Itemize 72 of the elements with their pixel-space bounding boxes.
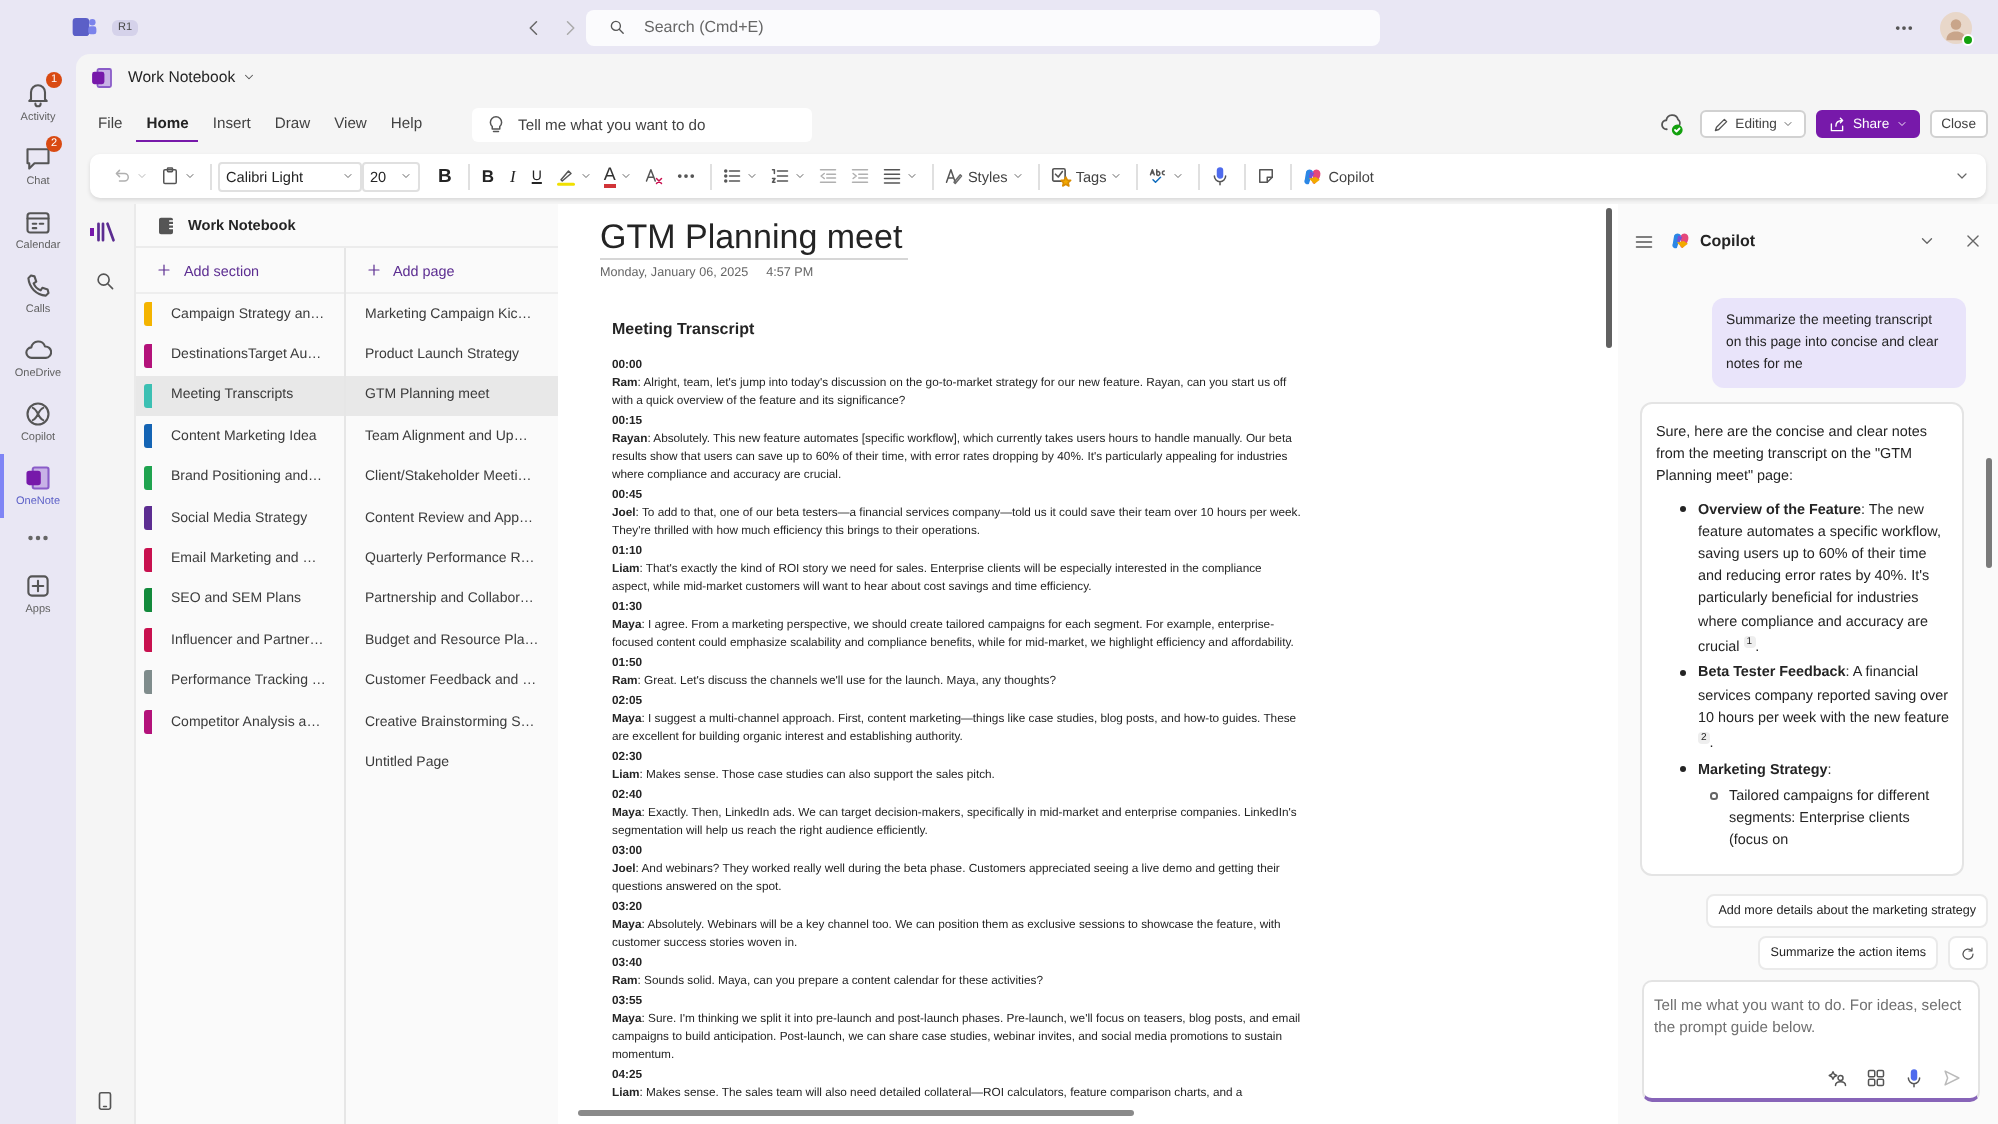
highlighter-icon: [555, 166, 576, 186]
caret-icon: [619, 170, 632, 182]
refresh-icon: [1960, 945, 1976, 961]
calendar-icon: [24, 208, 52, 236]
align-icon: [881, 166, 902, 186]
search-icon: [608, 18, 626, 36]
search-field[interactable]: Search (Cmd+E): [586, 9, 1380, 45]
bulleted-list-icon: [721, 166, 742, 186]
caret-icon: [1011, 170, 1024, 182]
scrollbar[interactable]: [1606, 208, 1612, 348]
bullet-dot: [1680, 669, 1686, 676]
bullet-dot: [1680, 506, 1686, 513]
panel-title: Copilot: [1700, 232, 1756, 250]
device-icon[interactable]: [94, 1090, 116, 1112]
expand-icon[interactable]: [1954, 168, 1970, 184]
page-title: GTM Planning meet: [600, 218, 909, 260]
phone-icon: [24, 272, 52, 300]
pencil-icon: [1711, 115, 1730, 133]
numbered-list-icon: [769, 166, 790, 186]
styles-icon: [943, 166, 964, 186]
caret-icon: [1172, 170, 1185, 182]
caret-icon: [241, 70, 256, 84]
prompt-guide-icon[interactable]: [1828, 1068, 1848, 1088]
bullet-dot: [1710, 792, 1717, 800]
outdent-icon: [817, 166, 838, 186]
caret-icon: [400, 170, 412, 182]
bell-icon: [24, 80, 52, 108]
chevron-down-icon[interactable]: [1918, 232, 1936, 250]
caret-icon: [1782, 118, 1795, 130]
caret-icon: [136, 170, 148, 182]
clipboard-icon: [160, 166, 180, 186]
close-icon[interactable]: [1964, 232, 1982, 250]
plus-square-icon: [24, 572, 52, 600]
caret-icon: [1110, 170, 1123, 182]
plus-icon: [156, 262, 172, 278]
bullet-dot: [1680, 766, 1686, 773]
microphone-icon[interactable]: [1904, 1068, 1924, 1088]
notebooks-icon[interactable]: [94, 220, 118, 244]
caret-icon: [342, 170, 354, 182]
scrollbar[interactable]: [578, 1110, 1134, 1116]
avatar[interactable]: [1940, 11, 1972, 43]
grid-icon[interactable]: [1866, 1068, 1886, 1088]
indent-icon: [849, 166, 870, 186]
font-color-button[interactable]: A: [599, 160, 636, 192]
microphone-icon: [1210, 166, 1231, 186]
menu-icon[interactable]: [1634, 231, 1654, 251]
scrollbar[interactable]: [1986, 458, 1992, 568]
caret-icon: [184, 170, 196, 182]
spelling-icon: [1148, 166, 1169, 186]
caret-icon: [745, 170, 758, 182]
search-icon[interactable]: [94, 270, 116, 292]
clear-formatting-icon: [643, 166, 664, 186]
chat-bubble-icon: [24, 144, 52, 172]
caret-icon: [793, 170, 806, 182]
caret-icon: [905, 170, 918, 182]
caret-icon: [1895, 118, 1908, 130]
cloud-check-icon: [1659, 112, 1684, 136]
presence-dot: [1962, 33, 1974, 45]
notebook-icon: [156, 215, 176, 235]
italic-button[interactable]: I: [504, 160, 522, 192]
caret-icon: [579, 170, 592, 182]
transcript-heading: Meeting Transcript: [612, 320, 757, 338]
lightbulb-icon: [486, 114, 507, 134]
cloud-icon: [24, 336, 52, 364]
sticky-note-icon: [1256, 166, 1277, 186]
plus-icon: [365, 262, 381, 278]
refresh-button[interactable]: [1948, 936, 1988, 970]
share-icon: [1828, 115, 1847, 133]
undo-icon: [112, 166, 132, 186]
bold-button[interactable]: B: [432, 160, 458, 192]
search-input[interactable]: Search (Cmd+E): [644, 18, 1380, 36]
bold-button[interactable]: B: [475, 160, 501, 192]
